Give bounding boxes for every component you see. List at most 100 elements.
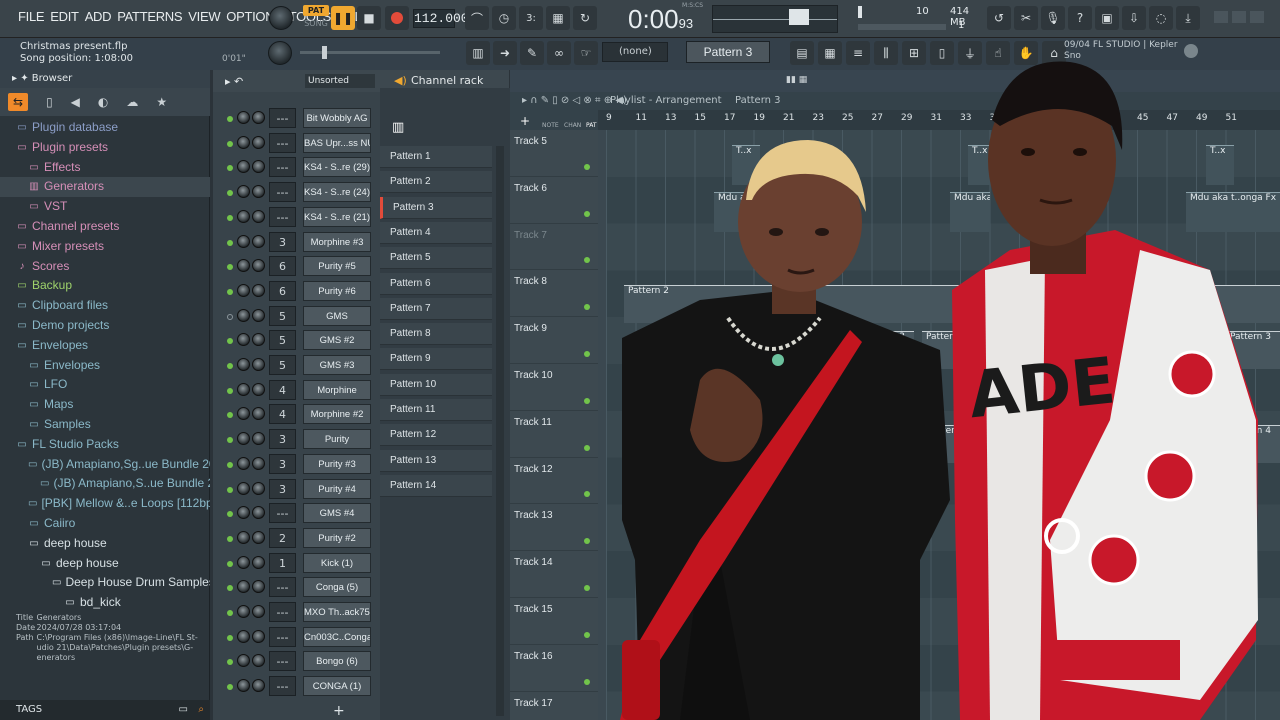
- channel-pan-knob[interactable]: [237, 185, 250, 199]
- folder-icon[interactable]: ▭: [179, 700, 188, 720]
- channel-pan-knob[interactable]: [237, 135, 250, 149]
- save-icon[interactable]: ▣: [1095, 6, 1119, 30]
- track-led[interactable]: [584, 210, 590, 217]
- pattern-item[interactable]: Pattern 9: [380, 348, 492, 371]
- track-led[interactable]: [584, 584, 590, 591]
- pattern-item[interactable]: Pattern 3: [380, 196, 492, 219]
- browser-item[interactable]: ▭ Plugin presets: [0, 138, 210, 158]
- channel-name-button[interactable]: KS4 - S..re (24): [303, 182, 371, 203]
- channel-name-button[interactable]: Kick (1): [303, 552, 371, 573]
- channel-led[interactable]: [227, 165, 233, 172]
- add-channel-icon[interactable]: +: [333, 703, 345, 719]
- channel-mixer-track[interactable]: ---: [269, 108, 296, 128]
- channel-led[interactable]: [227, 116, 233, 122]
- play-button[interactable]: ❚❚: [331, 6, 355, 30]
- browser-item[interactable]: ▭ Plugin database: [0, 118, 210, 138]
- channel-pan-knob[interactable]: [237, 679, 250, 693]
- channel-name-button[interactable]: GMS #4: [303, 503, 371, 524]
- timeline-ruler[interactable]: 9 11 13 15 17 19 21 23 25 27 29 31 33 35 37 39 41 43 45 47 4…: [598, 110, 1280, 130]
- master-pitch-knob[interactable]: [268, 41, 292, 65]
- pattern-item[interactable]: Pattern 7: [380, 297, 492, 320]
- channel-volume-knob[interactable]: [252, 234, 265, 248]
- channel-pan-knob[interactable]: [237, 358, 250, 371]
- channel-volume-knob[interactable]: [252, 506, 265, 520]
- channel-mixer-track[interactable]: 6: [269, 280, 296, 301]
- channel-led[interactable]: [227, 461, 233, 468]
- channel-mixer-track[interactable]: 4: [269, 404, 296, 425]
- browser-item[interactable]: ▭ Deep House Drum Samples: [0, 573, 210, 593]
- menu-item-view[interactable]: VIEW: [188, 9, 220, 24]
- plugins-tab-icon[interactable]: ◐: [98, 95, 108, 109]
- store-icon[interactable]: ⌂: [1042, 41, 1066, 65]
- microphone-icon[interactable]: 🎙: [1041, 6, 1065, 30]
- plug-icon[interactable]: ⏚: [958, 41, 982, 65]
- channel-mixer-track[interactable]: ---: [269, 577, 296, 598]
- channel-pan-knob[interactable]: [237, 259, 250, 273]
- channel-volume-knob[interactable]: [252, 358, 265, 371]
- browser-item[interactable]: ▭(JB) Amapiano,Sg..ue Bundle 2023: [0, 455, 210, 475]
- browser-item[interactable]: ▭ bd_kick: [0, 593, 210, 613]
- channel-volume-knob[interactable]: [252, 160, 265, 174]
- channel-volume-knob[interactable]: [252, 407, 265, 421]
- channel-mixer-track[interactable]: 5: [269, 355, 296, 375]
- step-edit-icon[interactable]: ▦: [546, 6, 570, 30]
- channel-volume-knob[interactable]: [252, 185, 265, 199]
- track-led[interactable]: [584, 304, 590, 311]
- master-volume-knob[interactable]: [269, 6, 293, 30]
- metronome-icon[interactable]: ⌒: [465, 6, 489, 30]
- channel-volume-knob[interactable]: [252, 135, 265, 149]
- channel-pan-knob[interactable]: [237, 432, 250, 446]
- channel-mixer-track[interactable]: ---: [269, 157, 296, 178]
- playlist-clip[interactable]: Mdu aka: [714, 192, 770, 232]
- channel-name-button[interactable]: GMS #3: [303, 355, 371, 375]
- track-header[interactable]: Track 16: [510, 645, 598, 692]
- browser-item[interactable]: ▭ Envelopes: [0, 356, 210, 376]
- touch-icon[interactable]: ☝: [986, 41, 1010, 65]
- browser-item[interactable]: ♪ Scores: [0, 257, 210, 277]
- browser-item[interactable]: ▭ FL Studio Packs: [0, 435, 210, 455]
- channel-pan-knob[interactable]: [237, 481, 250, 495]
- channel-mixer-track[interactable]: 3: [269, 231, 296, 252]
- channel-pan-knob[interactable]: [237, 160, 250, 174]
- menu-item-edit[interactable]: EDIT: [50, 9, 79, 24]
- channel-name-button[interactable]: Conga (5): [303, 577, 371, 598]
- snap-selector[interactable]: (none): [602, 42, 668, 62]
- channel-led[interactable]: [227, 511, 233, 518]
- channel-pan-knob[interactable]: [237, 456, 250, 470]
- tags-bar[interactable]: TAGS ▭ ⌕: [0, 700, 210, 720]
- channel-pan-knob[interactable]: [237, 506, 250, 520]
- channel-led[interactable]: [227, 437, 233, 444]
- cloud-tab-icon[interactable]: ☁: [126, 95, 138, 109]
- channel-led[interactable]: [227, 659, 233, 666]
- playlist-icon[interactable]: ▤: [790, 41, 814, 65]
- channel-led[interactable]: [227, 140, 233, 147]
- chat-icon[interactable]: ◌: [1149, 6, 1173, 30]
- channel-name-button[interactable]: Purity #4: [303, 478, 371, 499]
- channel-pan-knob[interactable]: [237, 382, 250, 396]
- channel-led[interactable]: [227, 313, 233, 320]
- channel-led[interactable]: [227, 486, 233, 493]
- plugin-picker-icon[interactable]: ⊞: [902, 41, 926, 65]
- track-header[interactable]: Track 17: [510, 692, 598, 720]
- pattern-item[interactable]: Pattern 8: [380, 323, 492, 346]
- channel-pan-knob[interactable]: [237, 407, 250, 421]
- master-slider[interactable]: [300, 46, 440, 59]
- playlist-clip[interactable]: Pattern 3: [922, 331, 976, 369]
- playlist-clip[interactable]: Pattern 2: [624, 285, 1280, 323]
- channel-pan-knob[interactable]: [237, 654, 250, 668]
- channel-name-button[interactable]: Morphine #3: [303, 231, 371, 252]
- channel-name-button[interactable]: Purity: [303, 429, 371, 450]
- channel-volume-knob[interactable]: [252, 580, 265, 594]
- globe-icon[interactable]: [1184, 44, 1198, 58]
- channel-mixer-track[interactable]: ---: [269, 651, 296, 672]
- countdown-icon[interactable]: 3:: [519, 6, 543, 30]
- piano-icon[interactable]: ▥: [466, 41, 490, 65]
- playlist-clip[interactable]: T..x: [1206, 145, 1234, 185]
- track-led[interactable]: [584, 538, 590, 545]
- arrangement-grid[interactable]: T..x T..x T..x Mdu aka Mdu aka Mdu aka t..ong…: [606, 130, 1280, 720]
- channel-volume-knob[interactable]: [252, 654, 265, 668]
- channel-mixer-track[interactable]: ---: [269, 206, 296, 227]
- channel-mixer-track[interactable]: ---: [269, 626, 296, 647]
- channel-volume-knob[interactable]: [252, 111, 265, 124]
- undo-icon[interactable]: ↺: [987, 6, 1011, 30]
